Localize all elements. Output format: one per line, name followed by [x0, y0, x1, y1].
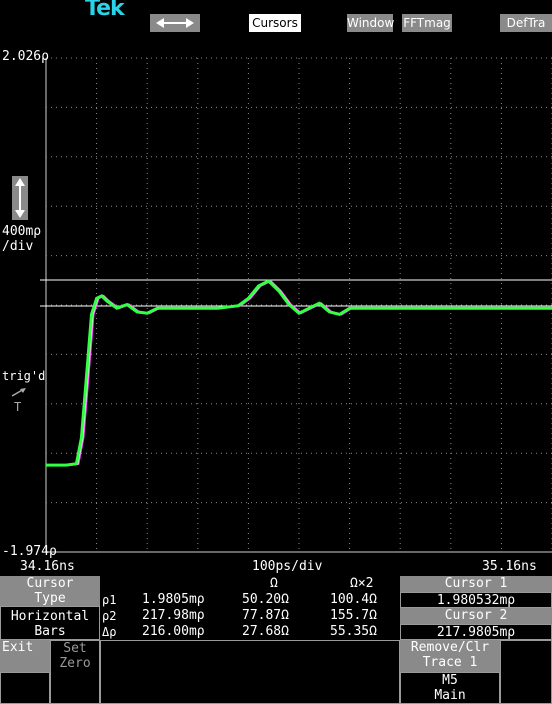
- row-ohm2: 100.4Ω: [330, 592, 377, 607]
- empty-slot: [500, 640, 552, 704]
- empty-slot: [100, 640, 400, 704]
- row-value: 217.98mρ: [142, 608, 205, 623]
- row-label: Δρ: [102, 625, 117, 639]
- cursor-1-button[interactable]: Cursor 1: [400, 576, 552, 592]
- cursor-2-button[interactable]: Cursor 2: [400, 608, 552, 624]
- col-header-ohm2: Ω×2: [350, 576, 374, 591]
- remove-label-2: Trace 1: [422, 655, 478, 670]
- row-label: ρ1: [102, 593, 117, 607]
- set-zero-label-2: Zero: [59, 656, 91, 671]
- exit-button[interactable]: Exit: [0, 640, 50, 672]
- top-scale-value: 2.026ρ: [2, 49, 49, 64]
- cursor-panel: Cursor Type Horizontal Bars Ω Ω×2 ρ1 1.9…: [0, 576, 552, 704]
- vertical-scale-value: 400mρ: [2, 224, 42, 239]
- row-value: 216.00mρ: [142, 624, 205, 639]
- row-ohm: 77.87Ω: [242, 608, 289, 623]
- cursor-type-value-2: Bars: [34, 624, 66, 639]
- trace-source-label-1: M5: [442, 673, 458, 688]
- vertical-scale-unit: /div: [2, 239, 34, 254]
- col-header-ohm: Ω: [270, 576, 278, 591]
- trigger-status: trig'd: [2, 369, 46, 383]
- row-ohm2: 55.35Ω: [330, 624, 377, 639]
- time-start: 34.16ns: [20, 559, 75, 574]
- trigger-letter: T: [14, 400, 22, 414]
- set-zero-label-1: Set: [63, 641, 87, 656]
- row-label: ρ2: [102, 609, 117, 623]
- cursor-type-button[interactable]: Cursor Type: [0, 576, 100, 606]
- cursor-type-value[interactable]: Horizontal Bars: [0, 606, 100, 640]
- trace-source-label-2: Main: [434, 688, 466, 703]
- set-zero-button[interactable]: Set Zero: [50, 640, 100, 704]
- row-value: 1.9805mρ: [142, 592, 205, 607]
- cursor-1-value[interactable]: 1.980532mρ: [400, 592, 552, 608]
- trigger-icon: [11, 388, 26, 397]
- cursor-type-label: Cursor: [26, 576, 74, 591]
- cursor-type-value-1: Horizontal: [10, 609, 90, 624]
- trace-source-button[interactable]: M5 Main: [400, 672, 500, 704]
- remove-clear-trace-button[interactable]: Remove/Clr Trace 1: [400, 640, 500, 672]
- row-ohm: 27.68Ω: [242, 624, 289, 639]
- bottom-scale-value: -1.974ρ: [2, 544, 57, 559]
- up-down-arrow-icon: [15, 178, 25, 218]
- row-ohm: 50.20Ω: [242, 592, 289, 607]
- cursor-type-label-2: Type: [34, 591, 66, 606]
- time-end: 35.16ns: [482, 559, 537, 574]
- remove-label-1: Remove/Clr: [410, 640, 490, 655]
- vertical-scale-button[interactable]: [12, 176, 28, 220]
- time-per-div: 100ps/div: [252, 559, 323, 574]
- empty-slot: [0, 672, 50, 704]
- row-ohm2: 155.7Ω: [330, 608, 377, 623]
- cursor-2-value[interactable]: 217.9805mρ: [400, 624, 552, 640]
